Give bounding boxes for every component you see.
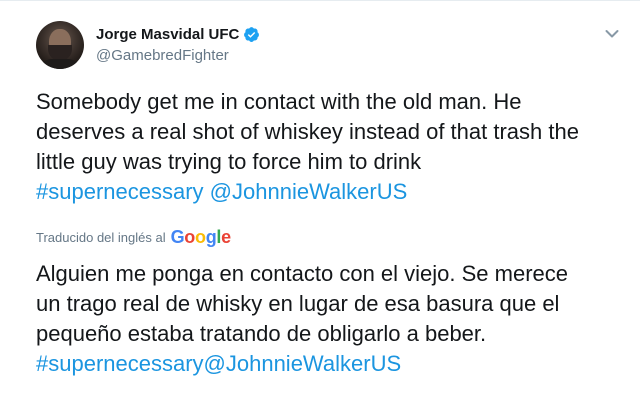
tweet-text: Somebody get me in contact with the old … — [36, 87, 626, 207]
tweet-links-line: #supernecessary @JohnnieWalkerUS — [36, 177, 626, 207]
translation-attribution: Traducido del inglés al Google — [36, 227, 231, 248]
chevron-down-icon[interactable] — [605, 29, 619, 39]
translated-hashtag-mention-link[interactable]: #supernecessary@JohnnieWalkerUS — [36, 351, 401, 376]
translated-links-line: #supernecessary@JohnnieWalkerUS — [36, 349, 626, 379]
translated-line: Alguien me ponga en contacto con el viej… — [36, 261, 568, 286]
translated-text: Alguien me ponga en contacto con el viej… — [36, 259, 626, 379]
translation-label: Traducido del inglés al — [36, 230, 166, 245]
author-handle[interactable]: @GamebredFighter — [96, 47, 229, 64]
tweet-line: Somebody get me in contact with the old … — [36, 89, 522, 114]
verified-badge-icon — [244, 27, 260, 42]
tweet-line: deserves a real shot of whiskey instead … — [36, 119, 579, 144]
hashtag-link[interactable]: #supernecessary — [36, 179, 204, 204]
tweet-line: little guy was trying to force him to dr… — [36, 149, 422, 174]
translated-line: pequeño estaba tratando de obligarlo a b… — [36, 321, 487, 346]
translated-line: un trago real de whisky en lugar de esa … — [36, 291, 560, 316]
mention-link[interactable]: @JohnnieWalkerUS — [210, 179, 408, 204]
author-display-name[interactable]: Jorge Masvidal UFC — [96, 26, 239, 43]
author-name-row[interactable]: Jorge Masvidal UFC — [96, 26, 260, 43]
avatar-shirt — [38, 59, 82, 69]
tweet-card: Jorge Masvidal UFC @GamebredFighter Some… — [0, 0, 640, 402]
author-avatar[interactable] — [36, 21, 84, 69]
google-logo: Google — [170, 227, 232, 247]
